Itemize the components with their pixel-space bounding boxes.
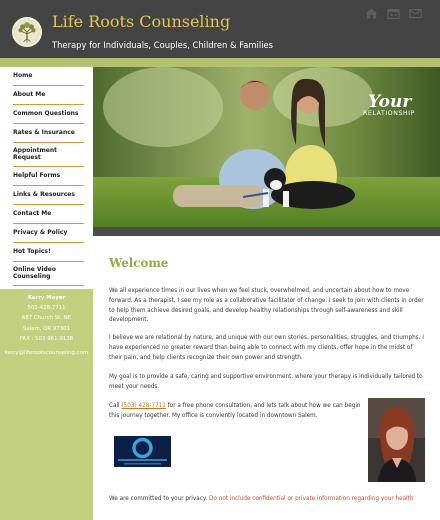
site-tagline: Therapy for Individuals, Couples, Childr… (52, 40, 274, 50)
nav-item-helpful-forms[interactable]: Helpful Forms (13, 167, 84, 186)
mail-icon[interactable] (409, 8, 422, 19)
contact-fax: FAX : 503-961-9138 (19, 335, 74, 342)
privacy-paragraph: We are committed to your privacy. Do not… (109, 495, 427, 505)
contact-name: Kerry Moyer (27, 295, 66, 301)
sidebar-nav: Home About Me Common Questions Rates & I… (0, 67, 93, 286)
counseling-association-logo[interactable] (114, 436, 171, 467)
sidebar: Home About Me Common Questions Rates & I… (0, 67, 93, 520)
hero-overlay-subtitle: RELATIONSHIP (363, 110, 415, 117)
nav-item-appointment-request[interactable]: Appointment Request (13, 143, 84, 167)
contact-city: Salem, OR 97301 (22, 325, 71, 332)
nav-item-label-line: Online Video (13, 266, 56, 273)
hero-bottom-strip (93, 227, 440, 236)
contact-street: 687 Church St. NE (21, 315, 72, 322)
nav-item-hot-topics[interactable]: Hot Topics! (13, 243, 84, 262)
calendar-icon[interactable] (387, 8, 400, 19)
contact-info-panel: Kerry Moyer 503-428-7711 687 Church St. … (0, 289, 93, 520)
privacy-text: We are committed to your privacy. (109, 496, 210, 502)
home-icon[interactable] (365, 8, 378, 19)
nav-item-about-me[interactable]: About Me (13, 86, 84, 105)
hero-couple-photo: Your RELATIONSHIP (93, 67, 440, 236)
nav-item-rates-insurance[interactable]: Rates & Insurance (13, 124, 84, 143)
nav-item-online-video-counseling[interactable]: Online Video Counseling (13, 262, 84, 286)
call-text-start: Call (109, 403, 122, 409)
contact-phone[interactable]: 503-428-7711 (0, 303, 93, 313)
privacy-warning: Do not include confidential or private i… (209, 496, 414, 502)
page-heading: Welcome (109, 256, 169, 270)
belief-paragraph: I believe we are relational by nature, a… (109, 335, 424, 361)
site-header: Life Roots Counseling Therapy for Indivi… (0, 0, 440, 58)
nav-item-home[interactable]: Home (13, 67, 84, 86)
nav-item-links-resources[interactable]: Links & Resources (13, 186, 84, 205)
nav-item-contact-me[interactable]: Contact Me (13, 205, 84, 224)
goal-paragraph: My goal is to provide a safe, caring and… (109, 374, 423, 390)
header-accent-band (0, 58, 440, 67)
nav-item-label-line: Request (13, 154, 41, 161)
intro-paragraph: We all experience times in our lives whe… (109, 288, 424, 324)
phone-link[interactable]: (503) 428-7711 (121, 403, 165, 409)
call-paragraph: Call (503) 428-7711 for a free phone con… (109, 402, 364, 422)
therapist-photo (368, 398, 425, 482)
nav-item-common-questions[interactable]: Common Questions (13, 105, 84, 124)
tree-logo-icon[interactable] (12, 17, 42, 47)
nav-item-label-line: Appointment (13, 147, 58, 154)
contact-email[interactable]: kerry@liferootscounseling.com (0, 349, 93, 358)
site-title[interactable]: Life Roots Counseling (52, 12, 230, 31)
nav-item-privacy-policy[interactable]: Privacy & Policy (13, 224, 84, 243)
nav-item-label-line: Counseling (13, 273, 51, 280)
hero-overlay-title: Your (368, 92, 412, 112)
